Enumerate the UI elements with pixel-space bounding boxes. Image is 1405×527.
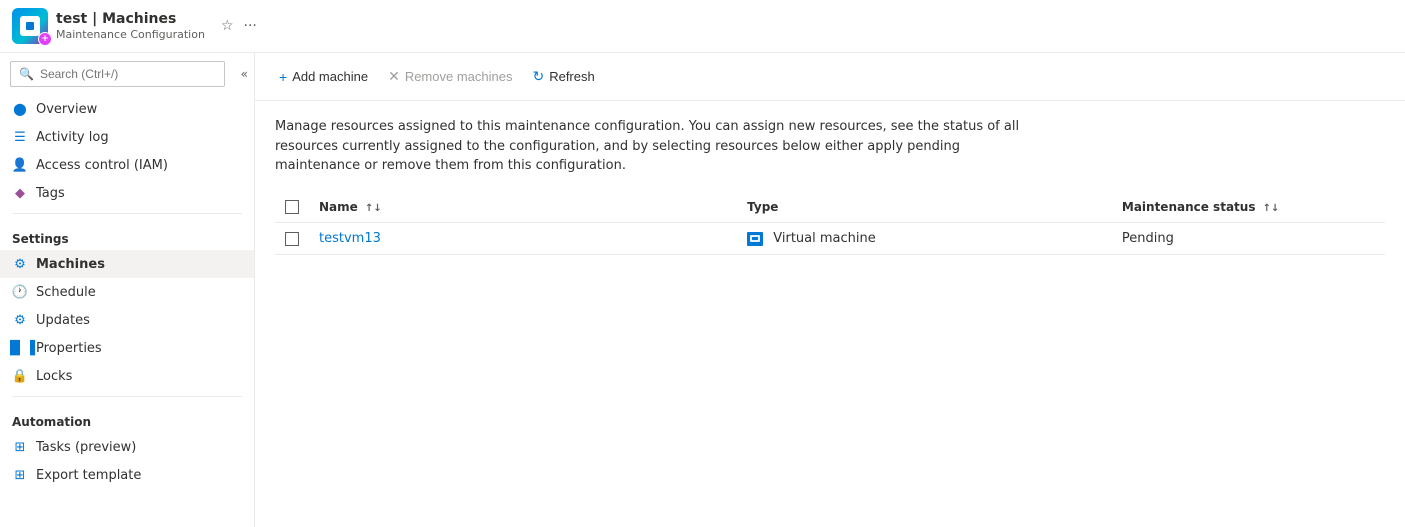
main-layout: 🔍 « ⬤ Overview ☰ Activity log 👤 Access c… [0, 53, 1405, 527]
row-checkbox-cell [275, 223, 309, 255]
sidebar-item-updates[interactable]: ⚙ Updates [0, 306, 254, 334]
type-column-header: Type [737, 192, 1112, 223]
app-icon: + [12, 8, 48, 44]
collapse-sidebar-button[interactable]: « [235, 65, 254, 83]
sidebar-item-label: Access control (IAM) [36, 158, 168, 173]
sidebar-item-label: Activity log [36, 130, 109, 145]
settings-section-label: Settings [0, 220, 254, 250]
header-subtitle: Maintenance Configuration [56, 28, 205, 41]
table-body: testvm13 Virtual machine [275, 223, 1385, 255]
refresh-button[interactable]: ↻ Refresh [524, 63, 602, 90]
machines-icon: ⚙ [12, 256, 28, 272]
status-sort-icon: ↑↓ [1263, 203, 1280, 214]
sidebar-item-tasks-preview[interactable]: ⊞ Tasks (preview) [0, 433, 254, 461]
name-column-label: Name [319, 200, 358, 214]
tags-icon: ◆ [12, 185, 28, 201]
search-icon: 🔍 [19, 67, 34, 81]
sidebar-item-overview[interactable]: ⬤ Overview [0, 95, 254, 123]
sidebar-item-tags[interactable]: ◆ Tags [0, 179, 254, 207]
sidebar-item-label: Export template [36, 468, 141, 483]
sidebar-item-label: Overview [36, 102, 97, 117]
add-icon: + [279, 69, 287, 85]
remove-icon: ✕ [388, 68, 400, 85]
remove-machines-button[interactable]: ✕ Remove machines [380, 63, 520, 90]
vm-status-cell: Pending [1112, 223, 1385, 255]
name-column-header[interactable]: Name ↑↓ [309, 192, 737, 223]
sidebar-item-label: Tags [36, 186, 65, 201]
schedule-icon: 🕐 [12, 284, 28, 300]
remove-machines-label: Remove machines [405, 69, 513, 84]
app-header: + test | Machines Maintenance Configurat… [0, 0, 1405, 53]
vm-type-cell: Virtual machine [737, 223, 1112, 255]
sidebar-item-label: Schedule [36, 285, 96, 300]
select-all-checkbox[interactable] [285, 200, 299, 214]
sidebar-item-access-control[interactable]: 👤 Access control (IAM) [0, 151, 254, 179]
header-title-group: test | Machines Maintenance Configuratio… [56, 11, 205, 41]
maintenance-status-label: Maintenance status [1122, 200, 1256, 214]
type-column-label: Type [747, 200, 778, 214]
activity-log-icon: ☰ [12, 129, 28, 145]
updates-icon: ⚙ [12, 312, 28, 328]
toolbar: + Add machine ✕ Remove machines ↻ Refres… [255, 53, 1405, 101]
access-control-icon: 👤 [12, 157, 28, 173]
name-sort-icon: ↑↓ [365, 203, 382, 214]
search-box[interactable]: 🔍 [10, 61, 225, 87]
description-content: Manage resources assigned to this mainte… [275, 119, 1019, 173]
more-options-icon[interactable]: ··· [244, 18, 257, 34]
automation-divider [12, 396, 242, 397]
description-text: Manage resources assigned to this mainte… [255, 101, 1055, 192]
add-machine-label: Add machine [292, 69, 368, 84]
machines-table-container: Name ↑↓ Type Maintenance status ↑↓ [255, 192, 1405, 256]
header-actions: ☆ ··· [221, 18, 257, 34]
sidebar-item-label: Updates [36, 313, 90, 328]
sidebar-item-export-template[interactable]: ⊞ Export template [0, 461, 254, 489]
sidebar-item-label: Machines [36, 257, 105, 272]
sidebar-item-activity-log[interactable]: ☰ Activity log [0, 123, 254, 151]
sidebar-item-schedule[interactable]: 🕐 Schedule [0, 278, 254, 306]
vm-name-link[interactable]: testvm13 [319, 231, 381, 246]
title-separator: | [92, 11, 102, 27]
row-checkbox[interactable] [285, 232, 299, 246]
sidebar-item-properties[interactable]: ▐▌▐ Properties [0, 334, 254, 362]
page-title: Machines [102, 11, 176, 27]
sidebar-item-label: Locks [36, 369, 72, 384]
sidebar-item-label: Tasks (preview) [36, 440, 136, 455]
vm-name-cell: testvm13 [309, 223, 737, 255]
table-header: Name ↑↓ Type Maintenance status ↑↓ [275, 192, 1385, 223]
sidebar-item-locks[interactable]: 🔒 Locks [0, 362, 254, 390]
main-content: + Add machine ✕ Remove machines ↻ Refres… [255, 53, 1405, 527]
section-divider [12, 213, 242, 214]
resource-name: test [56, 11, 87, 27]
select-all-col [275, 192, 309, 223]
tasks-icon: ⊞ [12, 439, 28, 455]
sidebar-item-machines[interactable]: ⚙ Machines [0, 250, 254, 278]
export-template-icon: ⊞ [12, 467, 28, 483]
header-title: test | Machines [56, 11, 205, 27]
vm-type-label: Virtual machine [773, 231, 875, 246]
vm-type-icon [747, 232, 763, 246]
add-machine-button[interactable]: + Add machine [271, 64, 376, 90]
search-input[interactable] [40, 67, 216, 81]
machines-table: Name ↑↓ Type Maintenance status ↑↓ [275, 192, 1385, 256]
properties-icon: ▐▌▐ [12, 340, 28, 356]
table-row: testvm13 Virtual machine [275, 223, 1385, 255]
refresh-label: Refresh [549, 69, 595, 84]
refresh-icon: ↻ [532, 68, 544, 85]
sidebar-item-label: Properties [36, 341, 102, 356]
favorite-icon[interactable]: ☆ [221, 18, 234, 34]
overview-icon: ⬤ [12, 101, 28, 117]
locks-icon: 🔒 [12, 368, 28, 384]
automation-section-label: Automation [0, 403, 254, 433]
vm-maintenance-status: Pending [1122, 231, 1174, 246]
sidebar: 🔍 « ⬤ Overview ☰ Activity log 👤 Access c… [0, 53, 255, 527]
maintenance-status-column-header[interactable]: Maintenance status ↑↓ [1112, 192, 1385, 223]
